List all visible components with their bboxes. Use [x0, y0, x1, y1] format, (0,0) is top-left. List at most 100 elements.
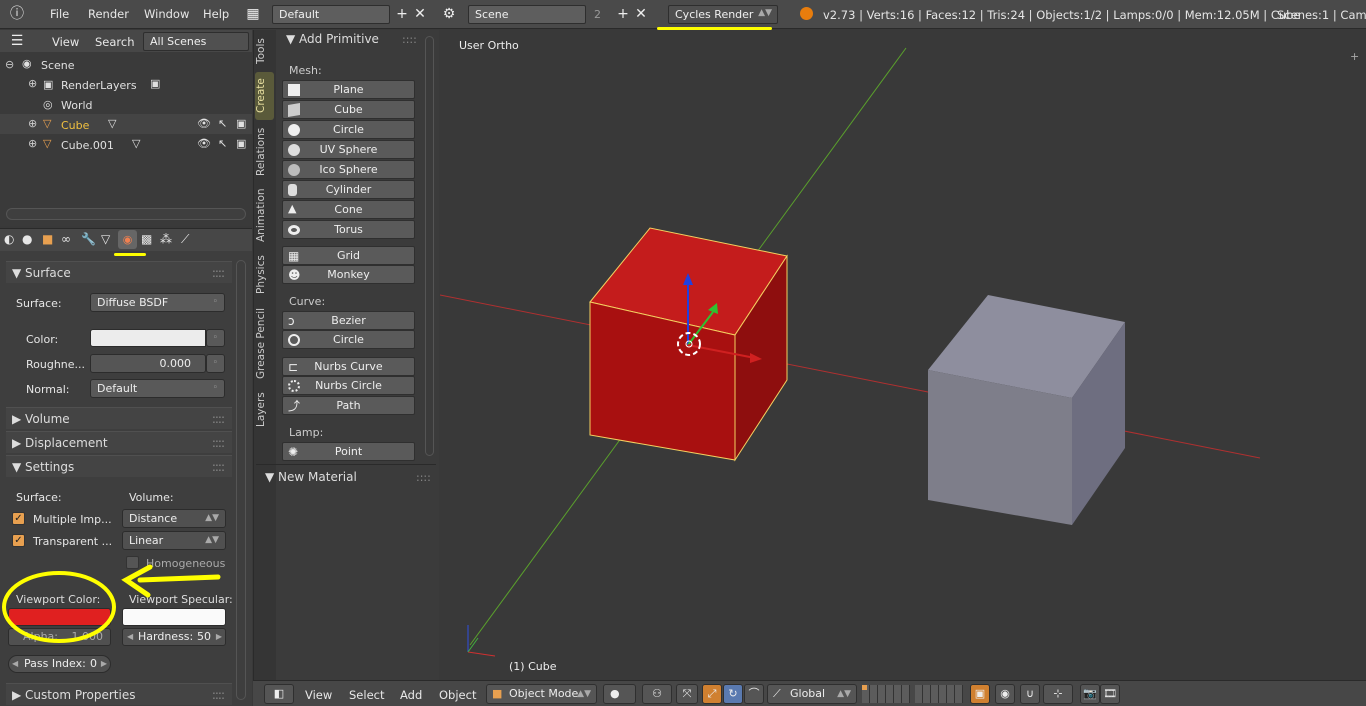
multiple-importance-checkbox[interactable]: ✓: [12, 512, 25, 525]
viewport-shading-dropdown[interactable]: ●: [603, 684, 636, 704]
add-nurbs-curve-button[interactable]: ⊏ Nurbs Curve: [282, 357, 415, 376]
surface-color-swatch[interactable]: [90, 329, 206, 347]
remove-layout-icon[interactable]: ✕: [411, 5, 429, 23]
outliner-item-renderlayers[interactable]: RenderLayers: [61, 79, 137, 92]
rotate-manipulator-button[interactable]: ↻: [723, 684, 743, 704]
roughness-link-button[interactable]: ◦: [206, 354, 225, 373]
color-link-button[interactable]: ◦: [206, 329, 225, 347]
render-tab-icon[interactable]: ◐: [4, 232, 14, 246]
viewport-menu-object[interactable]: Object: [439, 688, 476, 702]
world-tab-icon[interactable]: ●: [22, 232, 32, 246]
add-bezier-button[interactable]: ↄ Bezier: [282, 311, 415, 330]
displacement-section-header[interactable]: ▶ Displacement::::: [6, 431, 232, 453]
viewport-menu-view[interactable]: View: [305, 688, 332, 702]
add-layout-icon[interactable]: +: [393, 5, 411, 23]
cube001-select-cursor-icon[interactable]: ↖: [218, 137, 227, 150]
add-torus-button[interactable]: Torus: [282, 220, 415, 239]
normal-dropdown[interactable]: Default ◦: [90, 379, 225, 398]
add-curve-circle-button[interactable]: Circle: [282, 330, 415, 349]
tool-shelf-scrollbar[interactable]: [425, 36, 434, 456]
texture-tab-icon[interactable]: ▩: [141, 232, 152, 246]
outliner-item-scene[interactable]: Scene: [41, 59, 75, 72]
cube-visibility-eye-icon[interactable]: 👁: [197, 117, 211, 130]
surface-shader-dropdown[interactable]: Diffuse BSDF ◦: [90, 293, 225, 312]
proportional-editing-button[interactable]: ◉: [995, 684, 1015, 704]
layer-buttons-group-1[interactable]: [862, 685, 910, 703]
add-cube-button[interactable]: Cube: [282, 100, 415, 119]
cube-select-cursor-icon[interactable]: ↖: [218, 117, 227, 130]
add-ico-sphere-button[interactable]: Ico Sphere: [282, 160, 415, 179]
snap-element-dropdown[interactable]: ⊹: [1043, 684, 1073, 704]
snap-toggle-button[interactable]: ∪: [1020, 684, 1040, 704]
viewport-menu-select[interactable]: Select: [349, 688, 384, 702]
constraints-tab-icon[interactable]: ∞: [61, 232, 71, 246]
editor-type-button[interactable]: ◧: [264, 684, 294, 704]
tab-physics[interactable]: Physics: [255, 252, 274, 298]
cube001-render-camera-icon[interactable]: ▣: [236, 137, 246, 150]
add-point-lamp-button[interactable]: ✺ Point: [282, 442, 415, 461]
data-tab-icon[interactable]: ▽: [101, 232, 110, 246]
menu-render[interactable]: Render: [88, 7, 129, 21]
volume-section-header[interactable]: ▶ Volume::::: [6, 407, 232, 429]
outliner-menu-search[interactable]: Search: [95, 35, 135, 49]
add-plane-button[interactable]: Plane: [282, 80, 415, 99]
object-tab-icon[interactable]: ■: [42, 232, 53, 246]
remove-scene-icon[interactable]: ✕: [632, 5, 650, 23]
add-scene-icon[interactable]: +: [614, 5, 632, 23]
outliner-item-world[interactable]: World: [61, 99, 93, 112]
expand-cube001-icon[interactable]: ⊕: [28, 137, 37, 150]
expand-cube-icon[interactable]: ⊕: [28, 117, 37, 130]
add-cone-button[interactable]: ▲ Cone: [282, 200, 415, 219]
add-uv-sphere-button[interactable]: UV Sphere: [282, 140, 415, 159]
tab-animation[interactable]: Animation: [255, 184, 274, 246]
scale-manipulator-button[interactable]: ⌒: [744, 684, 764, 704]
new-material-header[interactable]: ▼ New Material: [265, 470, 357, 484]
custom-properties-section-header[interactable]: ▶ Custom Properties::::: [6, 683, 232, 705]
tab-relations[interactable]: Relations: [255, 124, 274, 180]
add-path-button[interactable]: ⤴ Path: [282, 396, 415, 415]
transparent-shadows-checkbox[interactable]: ✓: [12, 534, 25, 547]
material-tab-icon[interactable]: ◉: [118, 230, 137, 249]
scene-field[interactable]: Scene: [468, 5, 586, 24]
collapse-scene-icon[interactable]: ⊖: [5, 58, 14, 71]
add-circle-button[interactable]: Circle: [282, 120, 415, 139]
opengl-render-image-button[interactable]: 📷: [1080, 684, 1100, 704]
outliner-hscrollbar[interactable]: [6, 208, 246, 220]
add-grid-button[interactable]: ▦ Grid: [282, 246, 415, 265]
modifiers-tab-icon[interactable]: 🔧: [81, 232, 96, 246]
cube001-visibility-eye-icon[interactable]: 👁: [197, 137, 211, 150]
object-mode-dropdown[interactable]: ■ Object Mode ▲▼: [486, 684, 597, 704]
translate-manipulator-button[interactable]: ⤢: [702, 684, 722, 704]
transform-orientation-dropdown[interactable]: ⟋ Global ▲▼: [767, 684, 857, 704]
info-editor-icon[interactable]: ⓘ: [8, 5, 26, 23]
outliner-display-mode[interactable]: All Scenes: [143, 32, 249, 51]
scene-icon[interactable]: ⚙: [440, 5, 458, 23]
surface-section-header[interactable]: ▼ Surface::::: [6, 261, 232, 283]
cube-render-camera-icon[interactable]: ▣: [236, 117, 246, 130]
volume-sampling-dropdown[interactable]: Distance ▲▼: [122, 509, 226, 528]
physics-tab-icon[interactable]: ⟋: [181, 232, 189, 247]
new-material-grip[interactable]: ::::: [416, 471, 431, 484]
expand-renderlayers-icon[interactable]: ⊕: [28, 77, 37, 90]
menu-file[interactable]: File: [50, 7, 69, 21]
add-primitive-header[interactable]: ▼ Add Primitive: [286, 32, 379, 46]
tab-grease-pencil[interactable]: Grease Pencil: [255, 304, 274, 382]
roughness-slider[interactable]: 0.000: [90, 354, 206, 373]
pass-index-field[interactable]: ◀ Pass Index: 0 ▶: [8, 655, 111, 673]
viewport-menu-add[interactable]: Add: [400, 688, 422, 702]
add-cylinder-button[interactable]: Cylinder: [282, 180, 415, 199]
tab-tools[interactable]: Tools: [255, 34, 274, 68]
pivot-point-dropdown[interactable]: ⚇: [642, 684, 672, 704]
add-nurbs-circle-button[interactable]: Nurbs Circle: [282, 376, 415, 395]
render-engine-dropdown[interactable]: Cycles Render ▲▼: [668, 5, 778, 24]
add-primitive-grip[interactable]: ::::: [402, 33, 417, 46]
outliner-item-cube[interactable]: Cube: [61, 119, 89, 132]
settings-section-header[interactable]: ▼ Settings::::: [6, 455, 232, 477]
outliner-editor-icon[interactable]: ☰: [8, 32, 26, 50]
tab-create[interactable]: Create: [255, 72, 274, 120]
screen-layout-icon[interactable]: ▦: [244, 5, 262, 23]
outliner-menu-view[interactable]: View: [52, 35, 79, 49]
outliner-item-cube001[interactable]: Cube.001: [61, 139, 114, 152]
particles-tab-icon[interactable]: ⁂: [160, 232, 172, 246]
lock-camera-layers-button[interactable]: ▣: [970, 684, 990, 704]
